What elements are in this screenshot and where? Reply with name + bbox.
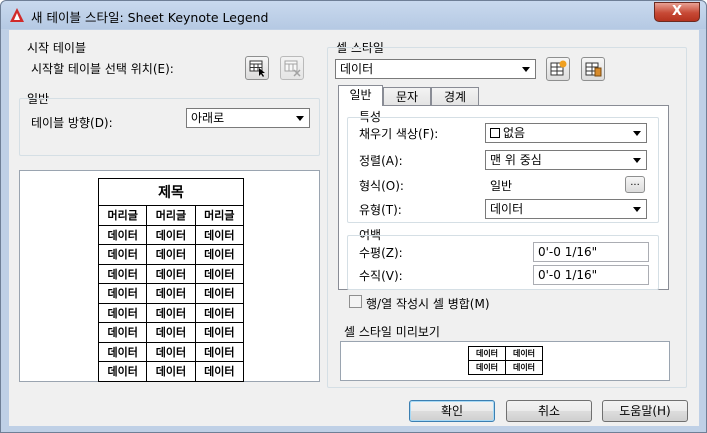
table-style-preview: 제목 머리글 머리글 머리글 데이터 데이터 데이터 데이터 데이터 데이터 데… [19, 170, 320, 382]
preview-header-cell: 머리글 [97, 205, 148, 226]
preview-data-cell: 데이터 [97, 244, 148, 265]
format-label: 형식(O): [359, 179, 404, 193]
type-value: 데이터 [490, 202, 524, 216]
fill-color-label: 채우기 색상(F): [359, 127, 439, 141]
chevron-down-icon [296, 116, 304, 121]
table-direction-select[interactable]: 아래로 [186, 108, 310, 128]
cell-style-preview-label: 셀 스타일 미리보기 [344, 325, 440, 339]
cancel-button[interactable]: 취소 [506, 400, 592, 422]
new-cell-style-icon [550, 60, 567, 76]
table-select-icon [249, 60, 265, 77]
preview-data-cell: 데이터 [146, 224, 196, 245]
select-table-button[interactable] [245, 56, 269, 80]
remove-starting-table-button[interactable] [280, 56, 304, 80]
table-row: 데이터 데이터 데이터 [97, 244, 245, 265]
tab-borders[interactable]: 경계 [431, 87, 479, 106]
table-row: 데이터 데이터 [468, 360, 543, 375]
preview-data-cell: 데이터 [194, 224, 245, 245]
preview-data-cell: 데이터 [97, 224, 148, 245]
preview-data-cell: 데이터 [97, 322, 148, 343]
preview-data-cell: 데이터 [194, 322, 245, 343]
preview-data-cell: 데이터 [194, 302, 245, 323]
cell-preview-cell: 데이터 [505, 346, 543, 361]
preview-header-cell: 머리글 [194, 205, 245, 226]
preview-header-cell: 머리글 [146, 205, 196, 226]
preview-data-cell: 데이터 [194, 341, 245, 362]
create-cell-style-button[interactable] [546, 57, 570, 81]
manage-cell-styles-icon [585, 62, 602, 77]
table-remove-icon [284, 60, 301, 77]
preview-data-cell: 데이터 [194, 244, 245, 265]
alignment-label: 정렬(A): [359, 154, 403, 168]
table-row: 데이터 데이터 데이터 [97, 224, 245, 245]
vertical-margin-input[interactable]: 0'-0 1/16" [533, 265, 649, 285]
preview-data-cell: 데이터 [146, 283, 196, 304]
preview-data-cell: 데이터 [146, 302, 196, 323]
help-button[interactable]: 도움말(H) [602, 400, 688, 422]
table-row: 데이터 데이터 데이터 [97, 283, 245, 304]
preview-data-cell: 데이터 [194, 283, 245, 304]
preview-data-cell: 데이터 [97, 302, 148, 323]
preview-table: 제목 머리글 머리글 머리글 데이터 데이터 데이터 데이터 데이터 데이터 데… [97, 178, 245, 382]
color-swatch-icon [490, 128, 500, 138]
dialog-client: 시작 테이블 시작할 테이블 선택 위치(E): 일반 테이블 방향(D): 아… [9, 30, 699, 426]
close-button[interactable]: X [654, 2, 700, 22]
title-bar[interactable]: 새 테이블 스타일: Sheet Keynote Legend X [1, 1, 706, 29]
starting-table-group-label: 시작 테이블 [27, 41, 87, 55]
chevron-down-icon [633, 207, 641, 212]
table-row: 데이터 데이터 데이터 [97, 263, 245, 284]
preview-data-cell: 데이터 [194, 361, 245, 382]
select-starting-table-label: 시작할 테이블 선택 위치(E): [31, 62, 174, 76]
dialog-window: 새 테이블 스타일: Sheet Keynote Legend X 시작 테이블… [0, 0, 707, 433]
preview-data-cell: 데이터 [97, 341, 148, 362]
table-direction-label: 테이블 방향(D): [31, 116, 113, 130]
fill-color-select[interactable]: 없음 [485, 123, 647, 143]
format-browse-button[interactable]: ... [625, 176, 645, 193]
type-select[interactable]: 데이터 [485, 199, 647, 219]
table-row: 데이터 데이터 데이터 [97, 361, 245, 382]
table-row: 데이터 데이터 [468, 346, 543, 361]
merge-cells-checkbox[interactable] [349, 295, 362, 308]
vertical-margin-label: 수직(V): [359, 269, 403, 283]
preview-data-cell: 데이터 [146, 361, 196, 382]
alignment-select[interactable]: 맨 위 중심 [485, 150, 647, 170]
table-row: 데이터 데이터 데이터 [97, 341, 245, 362]
horizontal-margin-input[interactable]: 0'-0 1/16" [533, 242, 649, 262]
horizontal-margin-label: 수평(Z): [359, 246, 403, 260]
preview-data-cell: 데이터 [97, 361, 148, 382]
table-row: 데이터 데이터 데이터 [97, 302, 245, 323]
preview-data-cell: 데이터 [146, 244, 196, 265]
cell-style-value: 데이터 [340, 62, 374, 76]
tab-general[interactable]: 일반 [338, 85, 383, 106]
alignment-value: 맨 위 중심 [490, 153, 542, 167]
preview-data-cell: 데이터 [97, 283, 148, 304]
preview-data-cell: 데이터 [146, 341, 196, 362]
chevron-down-icon [633, 158, 641, 163]
chevron-down-icon [633, 131, 641, 136]
type-label: 유형(T): [359, 203, 402, 217]
fill-color-value: 없음 [503, 126, 526, 140]
preview-data-cell: 데이터 [146, 263, 196, 284]
table-direction-value: 아래로 [191, 111, 225, 125]
preview-data-cell: 데이터 [194, 263, 245, 284]
ok-button[interactable]: 확인 [409, 400, 495, 422]
tab-text[interactable]: 문자 [383, 87, 431, 106]
cell-style-select[interactable]: 데이터 [335, 59, 536, 79]
preview-title-cell: 제목 [98, 178, 244, 206]
window-title: 새 테이블 스타일: Sheet Keynote Legend [31, 10, 269, 25]
autocad-logo-icon [10, 8, 24, 22]
cell-preview-table: 데이터 데이터 데이터 데이터 [468, 346, 543, 375]
format-value: 일반 [490, 179, 513, 193]
cell-preview-cell: 데이터 [468, 360, 506, 375]
manage-cell-styles-button[interactable] [581, 57, 605, 81]
cell-style-preview: 데이터 데이터 데이터 데이터 [340, 341, 670, 381]
table-row: 데이터 데이터 데이터 [97, 322, 245, 343]
cell-preview-cell: 데이터 [505, 360, 543, 375]
preview-data-cell: 데이터 [97, 263, 148, 284]
preview-data-cell: 데이터 [146, 322, 196, 343]
chevron-down-icon [522, 67, 530, 72]
merge-cells-label[interactable]: 행/열 작성시 셀 병합(M) [366, 295, 490, 312]
cell-preview-cell: 데이터 [468, 346, 506, 361]
